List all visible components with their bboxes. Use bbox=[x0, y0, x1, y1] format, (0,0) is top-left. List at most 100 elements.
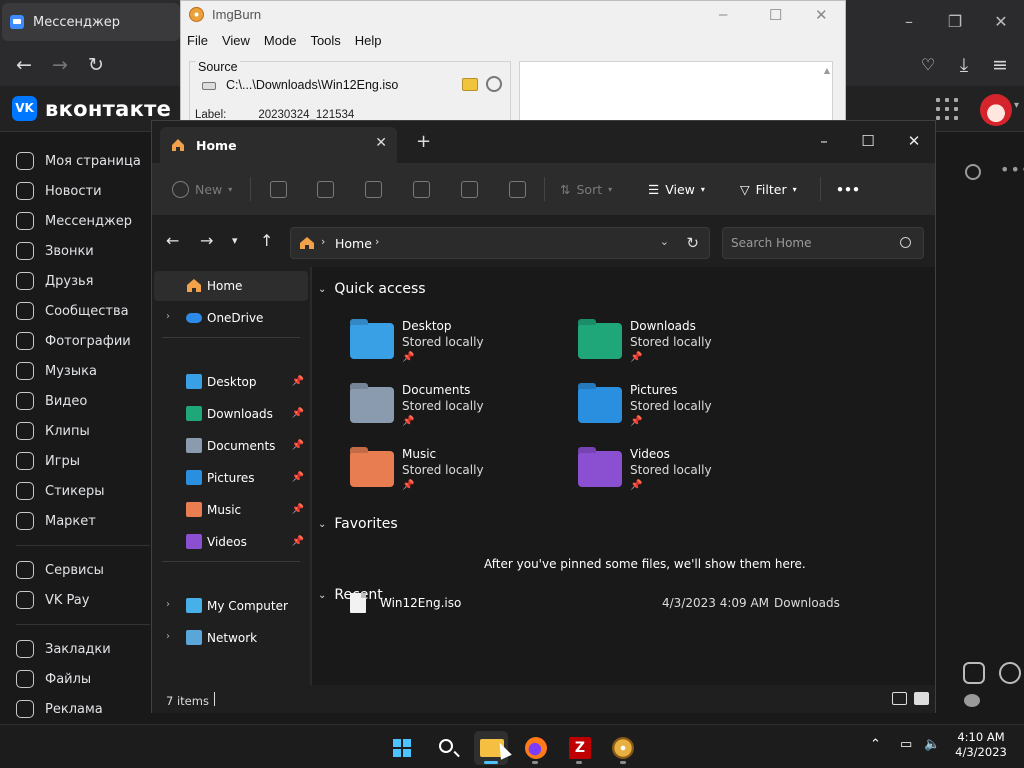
start-button[interactable] bbox=[385, 731, 419, 765]
menu-item-help[interactable]: Help bbox=[355, 33, 382, 48]
vk-nav-item[interactable]: Друзья bbox=[0, 266, 150, 296]
recent-file-row[interactable]: Win12Eng.iso 4/3/2023 4:09 AM Downloads bbox=[350, 593, 890, 621]
vk-nav-item[interactable]: Сервисы bbox=[0, 555, 150, 585]
emoji-icon[interactable] bbox=[999, 662, 1021, 684]
imgburn-close-button[interactable]: ✕ bbox=[815, 6, 828, 24]
explorer-close-button[interactable]: ✕ bbox=[894, 127, 934, 155]
quick-access-tile[interactable]: Documents Stored locally 📌 bbox=[350, 383, 570, 439]
search-icon[interactable] bbox=[965, 164, 981, 180]
paste-button[interactable] bbox=[365, 178, 382, 200]
forward-arrow-icon[interactable]: → bbox=[48, 53, 72, 77]
details-view-icon[interactable] bbox=[892, 692, 907, 705]
browse-folder-icon[interactable] bbox=[462, 78, 478, 91]
reload-icon[interactable]: ↻ bbox=[84, 53, 108, 77]
address-location[interactable]: Home bbox=[335, 236, 372, 251]
forward-arrow-icon[interactable]: → bbox=[200, 231, 213, 250]
chat-bubble-icon[interactable] bbox=[964, 694, 980, 707]
vk-nav-item[interactable]: Музыка bbox=[0, 356, 150, 386]
expand-chevron-icon[interactable]: › bbox=[166, 631, 170, 642]
vk-nav-item[interactable]: Новости bbox=[0, 176, 150, 206]
quick-access-tile[interactable]: Downloads Stored locally 📌 bbox=[578, 319, 798, 375]
explorer-maximize-button[interactable]: ☐ bbox=[848, 127, 888, 155]
quick-access-tile[interactable]: Pictures Stored locally 📌 bbox=[578, 383, 798, 439]
pin-icon[interactable]: 📌 bbox=[292, 536, 304, 547]
filter-button[interactable]: ▽ Filter ▾ bbox=[740, 178, 797, 200]
expand-chevron-icon[interactable]: › bbox=[166, 599, 170, 610]
taskbar-search-button[interactable] bbox=[430, 731, 464, 765]
vk-nav-item[interactable]: Звонки bbox=[0, 236, 150, 266]
scroll-up-icon[interactable]: ▲ bbox=[824, 66, 830, 75]
nav-item-network[interactable]: › Network bbox=[154, 623, 308, 653]
vk-nav-item[interactable]: Закладки bbox=[0, 634, 150, 664]
quick-access-tile[interactable]: Videos Stored locally 📌 bbox=[578, 447, 798, 503]
nav-item-my-computer[interactable]: › My Computer bbox=[154, 591, 308, 621]
nav-item-pictures[interactable]: Pictures 📌 bbox=[154, 463, 308, 493]
tiles-view-icon[interactable] bbox=[914, 692, 929, 705]
delete-button[interactable] bbox=[509, 178, 526, 200]
apps-grid-icon[interactable] bbox=[936, 98, 958, 120]
menu-item-file[interactable]: File bbox=[187, 33, 208, 48]
vk-nav-item[interactable]: Мессенджер bbox=[0, 206, 150, 236]
taskbar-filezilla[interactable]: Z bbox=[562, 731, 596, 765]
vk-nav-item[interactable]: Реклама bbox=[0, 694, 150, 724]
nav-item-videos[interactable]: Videos 📌 bbox=[154, 527, 308, 557]
chevron-down-icon[interactable]: ▾ bbox=[1014, 100, 1019, 111]
see-more-button[interactable]: ••• bbox=[836, 178, 860, 200]
network-status-icon[interactable]: ▭ bbox=[900, 737, 912, 752]
pin-icon[interactable]: 📌 bbox=[292, 440, 304, 451]
address-history-chevron-icon[interactable]: ⌄ bbox=[660, 235, 669, 248]
chevron-right-icon[interactable]: › bbox=[375, 235, 379, 248]
vk-nav-item[interactable]: Видео bbox=[0, 386, 150, 416]
menu-item-tools[interactable]: Tools bbox=[310, 33, 340, 48]
find-image-icon[interactable] bbox=[486, 76, 502, 92]
address-bar[interactable]: › Home › ⌄ ↻ bbox=[290, 227, 710, 259]
favorites-header[interactable]: ⌄ Favorites bbox=[318, 516, 398, 532]
browser-tab-messenger[interactable]: Мессенджер bbox=[2, 3, 180, 41]
browser-close-button[interactable]: ✕ bbox=[986, 8, 1016, 36]
pin-icon[interactable]: 📌 bbox=[292, 504, 304, 515]
tab-close-icon[interactable]: ✕ bbox=[375, 135, 387, 151]
vk-nav-item[interactable]: Игры bbox=[0, 446, 150, 476]
menu-item-mode[interactable]: Mode bbox=[264, 33, 297, 48]
taskbar-imgburn[interactable] bbox=[606, 731, 640, 765]
new-tab-button[interactable]: + bbox=[416, 133, 431, 151]
quick-access-tile[interactable]: Music Stored locally 📌 bbox=[350, 447, 570, 503]
rename-button[interactable] bbox=[413, 178, 430, 200]
vk-nav-item[interactable]: VK Pay bbox=[0, 585, 150, 615]
nav-item-downloads[interactable]: Downloads 📌 bbox=[154, 399, 308, 429]
browser-minimize-button[interactable]: – bbox=[894, 8, 924, 36]
imgburn-minimize-button[interactable]: – bbox=[719, 6, 727, 23]
refresh-icon[interactable]: ↻ bbox=[686, 234, 699, 252]
new-button[interactable]: New ▾ bbox=[172, 178, 232, 200]
vk-nav-item[interactable]: Файлы bbox=[0, 664, 150, 694]
more-icon[interactable]: ••• bbox=[1000, 160, 1024, 179]
nav-item-onedrive[interactable]: › OneDrive bbox=[154, 303, 308, 333]
pin-icon[interactable]: 📌 bbox=[292, 376, 304, 387]
back-arrow-icon[interactable]: ← bbox=[12, 53, 36, 77]
vk-nav-item[interactable]: Моя страница bbox=[0, 146, 150, 176]
vk-nav-item[interactable]: Фотографии bbox=[0, 326, 150, 356]
back-arrow-icon[interactable]: ← bbox=[166, 231, 179, 250]
tab-home[interactable]: Home ✕ bbox=[160, 127, 397, 163]
downloads-icon[interactable]: ⤓ bbox=[952, 53, 976, 77]
taskbar-firefox[interactable] bbox=[518, 731, 552, 765]
nav-item-documents[interactable]: Documents 📌 bbox=[154, 431, 308, 461]
share-button[interactable] bbox=[461, 178, 478, 200]
cut-button[interactable] bbox=[270, 178, 287, 200]
expand-chevron-icon[interactable]: › bbox=[166, 311, 170, 322]
quick-access-header[interactable]: ⌄ Quick access bbox=[318, 281, 426, 297]
menu-icon[interactable]: ≡ bbox=[988, 53, 1012, 77]
copy-button[interactable] bbox=[317, 178, 334, 200]
explorer-minimize-button[interactable]: – bbox=[804, 127, 844, 155]
system-clock[interactable]: 4:10 AM 4/3/2023 bbox=[950, 730, 1012, 760]
imgburn-maximize-button[interactable]: ☐ bbox=[769, 6, 782, 24]
volume-icon[interactable]: 🔈 bbox=[924, 737, 940, 752]
tray-overflow-chevron-icon[interactable]: ⌃ bbox=[870, 737, 881, 752]
nav-item-home[interactable]: Home bbox=[154, 271, 308, 301]
nav-item-desktop[interactable]: Desktop 📌 bbox=[154, 367, 308, 397]
vk-nav-item[interactable]: Клипы bbox=[0, 416, 150, 446]
search-icon[interactable] bbox=[900, 237, 911, 248]
avatar[interactable] bbox=[980, 94, 1012, 126]
nav-item-music[interactable]: Music 📌 bbox=[154, 495, 308, 525]
recent-locations-chevron-icon[interactable]: ▾ bbox=[232, 234, 238, 247]
